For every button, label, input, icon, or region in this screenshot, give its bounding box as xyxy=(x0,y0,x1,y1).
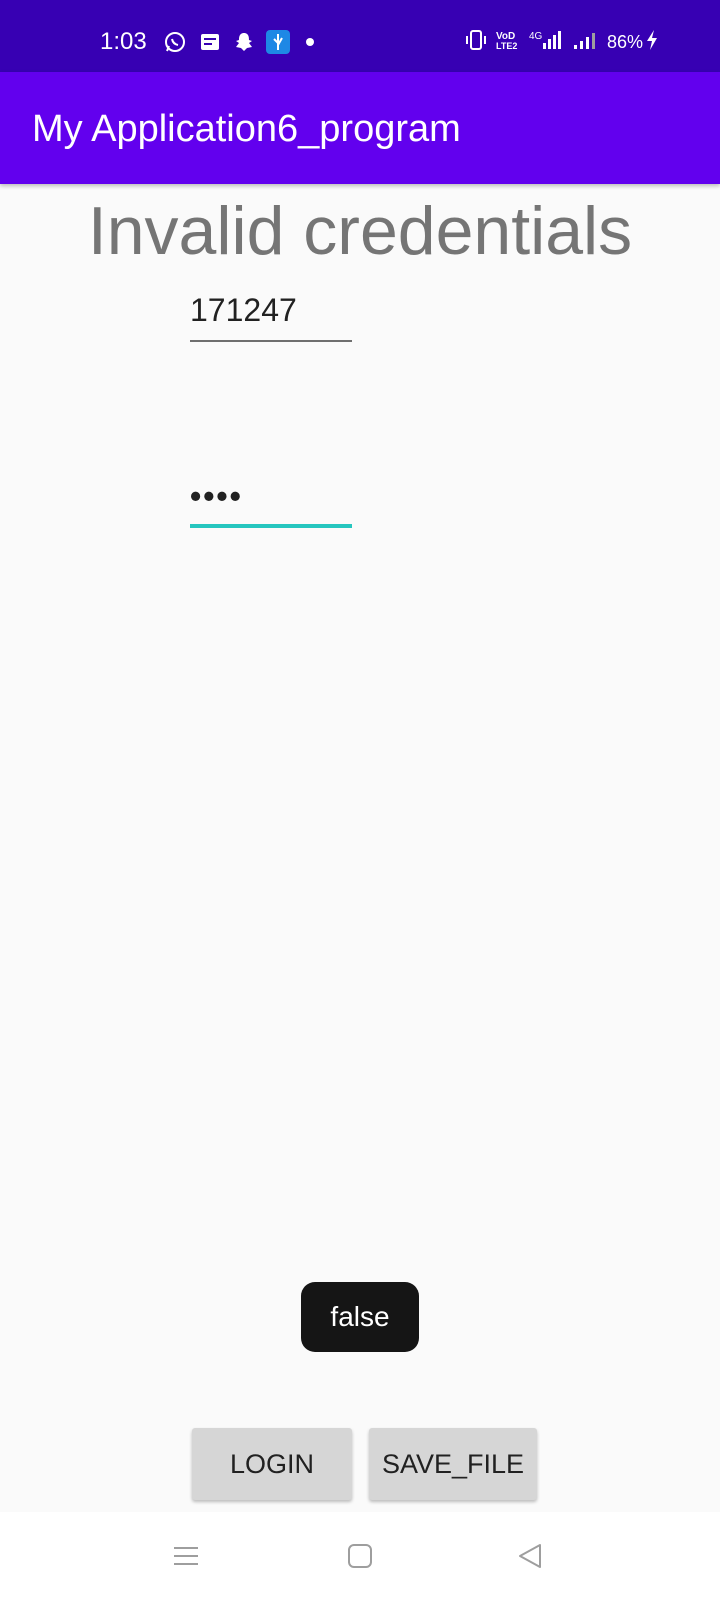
menu-icon[interactable] xyxy=(164,1534,208,1578)
status-time: 1:03 xyxy=(100,28,147,55)
signal-icon xyxy=(573,29,597,56)
save-file-button[interactable]: SAVE_FILE xyxy=(369,1428,537,1500)
status-heading: Invalid credentials xyxy=(87,193,633,269)
status-bar: 1:03 VoD LTE2 4G 86% xyxy=(0,0,720,72)
username-field[interactable]: 171247 xyxy=(190,292,352,342)
snapchat-icon xyxy=(232,30,256,54)
battery-level: 86% xyxy=(607,31,644,52)
whatsapp-icon xyxy=(163,30,187,54)
password-field[interactable]: •••• xyxy=(190,478,352,528)
battery-charging-icon xyxy=(645,29,659,56)
dot-icon xyxy=(304,30,316,54)
volte-icon: VoD LTE2 xyxy=(495,29,519,56)
signal-4g-icon: 4G xyxy=(529,29,563,56)
svg-text:4G: 4G xyxy=(529,31,543,42)
usb-icon xyxy=(266,30,290,54)
nav-bar xyxy=(0,1512,720,1600)
back-icon[interactable] xyxy=(508,1534,552,1578)
toast-message: false xyxy=(301,1282,419,1352)
message-icon xyxy=(199,30,221,54)
app-title: My Application6_program xyxy=(32,108,461,150)
app-bar: My Application6_program xyxy=(0,72,720,184)
svg-text:LTE2: LTE2 xyxy=(496,41,517,51)
login-button[interactable]: LOGIN xyxy=(192,1428,352,1500)
vibrate-icon xyxy=(465,29,487,56)
home-icon[interactable] xyxy=(338,1534,382,1578)
